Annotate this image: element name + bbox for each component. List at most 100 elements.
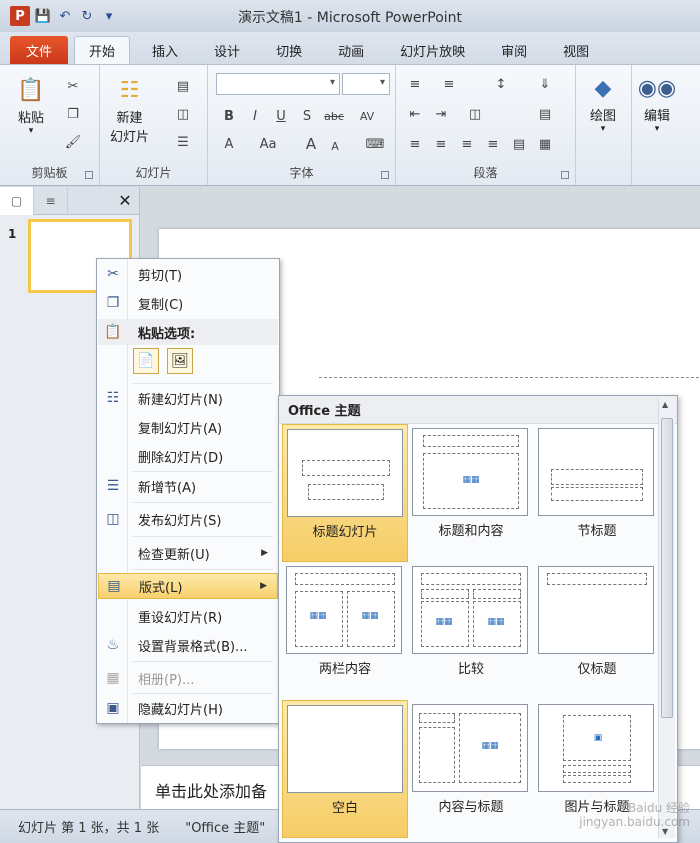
- drawing-button[interactable]: ◆ 绘图 ▾: [586, 71, 620, 135]
- layout-icon[interactable]: ▤: [174, 77, 192, 95]
- increase-indent-icon[interactable]: ⇥: [432, 105, 450, 123]
- columns-icon[interactable]: ◫: [466, 105, 484, 123]
- tab-file[interactable]: 文件: [10, 36, 69, 64]
- tab-slideshow[interactable]: 幻灯片放映: [386, 36, 479, 64]
- paragraph-launcher-icon[interactable]: [561, 171, 569, 179]
- tab-animations[interactable]: 动画: [324, 36, 378, 64]
- align-right-icon[interactable]: ≡: [458, 135, 476, 153]
- decrease-indent-icon[interactable]: ⇤: [406, 105, 424, 123]
- layout-section-header[interactable]: 节标题: [534, 424, 660, 562]
- layout-preview: [287, 429, 403, 517]
- strikethrough-button[interactable]: abc: [320, 107, 348, 125]
- menu-separator: [133, 661, 273, 662]
- italic-button[interactable]: I: [246, 107, 264, 125]
- layout-content-with-caption[interactable]: ▦▦ 内容与标题: [408, 700, 534, 838]
- menu-item-new-slide[interactable]: ☷ 新建幻灯片(N): [98, 385, 278, 411]
- layout-title-slide[interactable]: 标题幻灯片: [282, 424, 408, 562]
- menu-item-add-section[interactable]: ☰ 新增节(A): [98, 473, 278, 499]
- cut-icon[interactable]: ✂: [64, 77, 82, 95]
- align-text-icon[interactable]: ▤: [536, 105, 554, 123]
- layout-preview: ▣: [538, 704, 654, 792]
- outline-tab-icon[interactable]: ≡: [34, 187, 68, 215]
- tab-design[interactable]: 设计: [200, 36, 254, 64]
- change-case-button[interactable]: Aa: [254, 135, 282, 153]
- save-icon[interactable]: 💾: [34, 7, 52, 25]
- clipboard-launcher-icon[interactable]: [85, 171, 93, 179]
- font-color-button[interactable]: A: [220, 135, 238, 153]
- menu-item-hide-slide[interactable]: ▣ 隐藏幻灯片(H): [98, 695, 278, 721]
- menu-item-check-updates[interactable]: 检查更新(U) ▶: [98, 540, 278, 566]
- gallery-scrollbar[interactable]: ▲ ▼: [658, 398, 675, 838]
- underline-button[interactable]: U: [272, 107, 290, 125]
- menu-item-reset-slide[interactable]: 重设幻灯片(R): [98, 603, 278, 629]
- bullets-icon[interactable]: ≡: [406, 75, 424, 93]
- layout-title-only[interactable]: 仅标题: [534, 562, 660, 700]
- menu-item-cut[interactable]: ✂ 剪切(T): [98, 261, 278, 287]
- close-icon[interactable]: ✕: [111, 187, 139, 214]
- menu-item-delete-slide[interactable]: 删除幻灯片(D): [98, 443, 278, 469]
- paste-picture-icon[interactable]: 🖼: [167, 348, 193, 374]
- slides-tab-icon[interactable]: ▢: [0, 187, 34, 215]
- scroll-up-icon[interactable]: ▲: [662, 400, 668, 409]
- font-launcher-icon[interactable]: [381, 171, 389, 179]
- layout-comparison[interactable]: ▦▦ ▦▦ 比较: [408, 562, 534, 700]
- font-name-combo[interactable]: [216, 73, 340, 95]
- menu-item-format-background[interactable]: ♨ 设置背景格式(B)...: [98, 632, 278, 658]
- layout-label: 仅标题: [577, 662, 617, 677]
- editing-button[interactable]: ◉◉ 编辑 ▾: [638, 71, 676, 135]
- menu-item-layout[interactable]: ▤ 版式(L) ▶: [98, 573, 278, 599]
- tab-home[interactable]: 开始: [74, 36, 131, 64]
- menu-separator: [133, 471, 273, 472]
- bold-button[interactable]: B: [220, 107, 238, 125]
- powerpoint-logo-icon[interactable]: P: [10, 6, 30, 26]
- align-center-icon[interactable]: ≡: [432, 135, 450, 153]
- new-slide-button[interactable]: ☷ 新建 幻灯片: [110, 73, 149, 146]
- menu-item-duplicate-slide[interactable]: 复制幻灯片(A): [98, 414, 278, 440]
- undo-icon[interactable]: ↶: [56, 7, 74, 25]
- copy-icon[interactable]: ❐: [64, 105, 82, 123]
- menu-item-copy[interactable]: ❐ 复制(C): [98, 290, 278, 316]
- smartart-icon[interactable]: ▦: [536, 135, 554, 153]
- tab-transitions[interactable]: 切换: [262, 36, 316, 64]
- customize-qat-icon[interactable]: ▾: [100, 7, 118, 25]
- layout-two-content[interactable]: ▦▦ ▦▦ 两栏内容: [282, 562, 408, 700]
- section-icon: ☰: [106, 478, 120, 494]
- editing-dropdown-icon: ▾: [654, 124, 660, 134]
- new-slide-label-1: 新建: [116, 111, 143, 126]
- tab-insert[interactable]: 插入: [138, 36, 192, 64]
- layout-preview: [287, 705, 403, 793]
- tab-view[interactable]: 视图: [549, 36, 603, 64]
- section-icon[interactable]: ☰: [174, 133, 192, 151]
- grow-font-button[interactable]: A: [302, 135, 320, 153]
- gallery-header: Office 主题: [279, 396, 677, 424]
- paste-button[interactable]: 📋 粘贴 ▾: [14, 73, 48, 137]
- layout-label: 两栏内容: [318, 662, 371, 677]
- shrink-font-button[interactable]: A: [326, 137, 344, 155]
- format-painter-icon[interactable]: 🖌: [64, 133, 82, 151]
- menu-separator: [133, 569, 273, 570]
- scroll-thumb[interactable]: [661, 418, 673, 718]
- shadow-button[interactable]: S: [298, 107, 316, 125]
- justify-icon[interactable]: ≡: [484, 135, 502, 153]
- layout-preview: ▦▦: [412, 704, 528, 792]
- content-placeholder-icon: ▦▦: [361, 611, 379, 621]
- align-left-icon[interactable]: ≡: [406, 135, 424, 153]
- font-size-combo[interactable]: [342, 73, 390, 95]
- layout-preview: [538, 566, 654, 654]
- menu-item-publish-slides[interactable]: ◫ 发布幻灯片(S): [98, 506, 278, 532]
- redo-icon[interactable]: ↻: [78, 7, 96, 25]
- paste-use-theme-icon[interactable]: 📄: [133, 348, 159, 374]
- char-spacing-button[interactable]: AV: [354, 107, 380, 125]
- publish-icon: ◫: [106, 511, 120, 527]
- line-spacing-icon[interactable]: ↕: [492, 75, 510, 93]
- distributed-icon[interactable]: ▤: [510, 135, 528, 153]
- text-direction-icon[interactable]: ⇓: [536, 75, 554, 93]
- layout-blank[interactable]: 空白: [282, 700, 408, 838]
- clear-format-icon[interactable]: ⌨: [366, 135, 385, 153]
- layout-title-content[interactable]: ▦▦ 标题和内容: [408, 424, 534, 562]
- numbering-icon[interactable]: ≡: [440, 75, 458, 93]
- tab-review[interactable]: 审阅: [487, 36, 541, 64]
- drawing-label: 绘图: [589, 109, 616, 124]
- reset-icon[interactable]: ◫: [174, 105, 192, 123]
- menu-separator: [133, 693, 273, 694]
